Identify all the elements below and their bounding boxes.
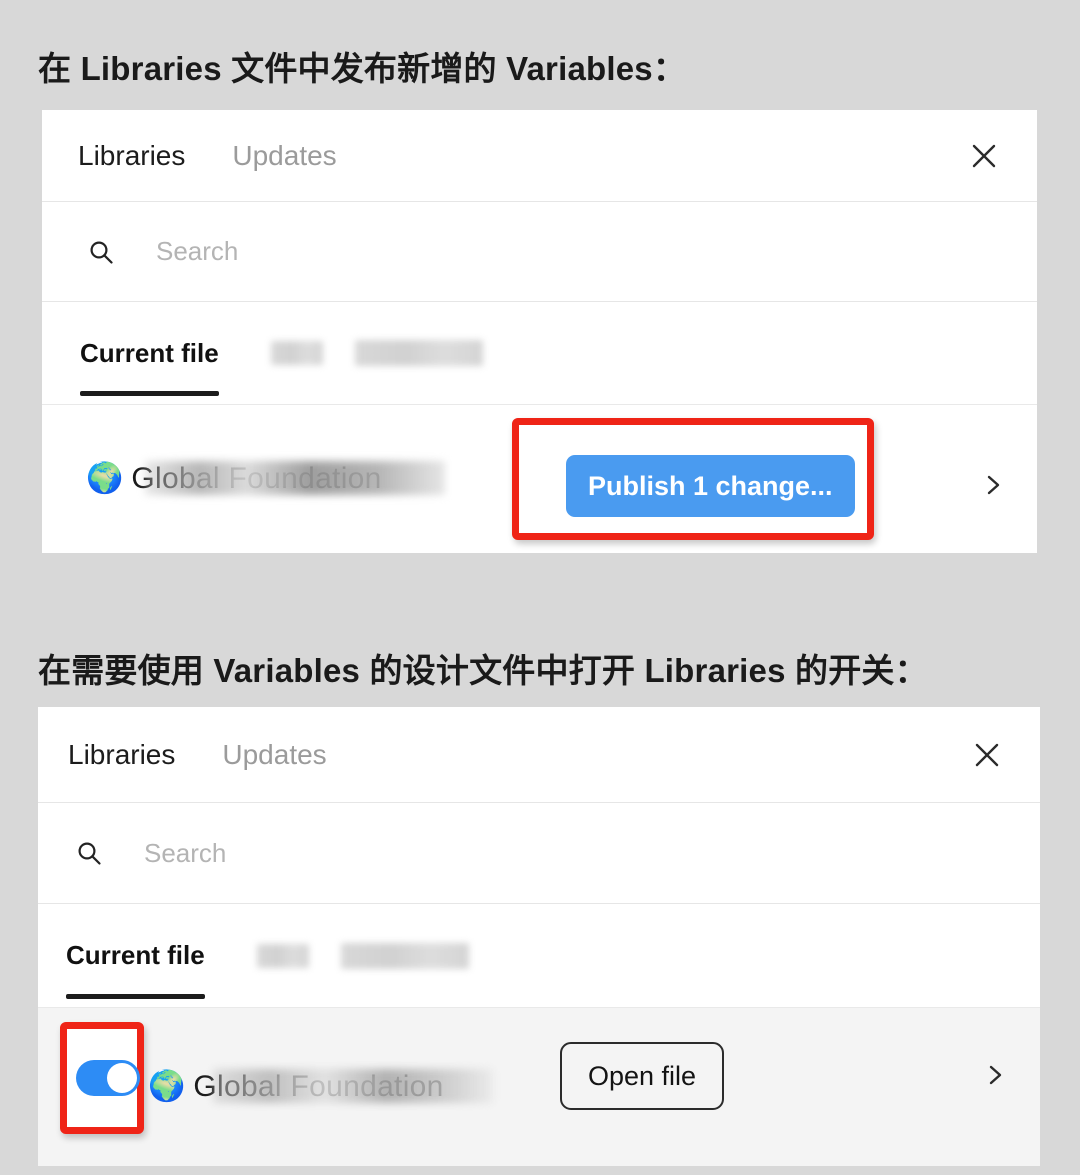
filter-tab-redacted-2[interactable] (354, 340, 483, 366)
close-button[interactable] (965, 137, 1003, 175)
libraries-panel-toggle: Libraries Updates Search Current file 🌍 (38, 707, 1040, 1166)
toggle-knob (107, 1063, 137, 1093)
panel-header: Libraries Updates (42, 110, 1037, 202)
filter-tab-current-file[interactable]: Current file (66, 904, 205, 1007)
library-row-chevron[interactable] (978, 470, 1008, 500)
libraries-panel-publish: Libraries Updates Search Current file 🌍 (42, 110, 1037, 553)
library-name-blur-mask (213, 1069, 494, 1103)
search-icon (88, 239, 114, 265)
filter-tab-redacted-1[interactable] (270, 341, 323, 365)
close-icon (972, 740, 1002, 770)
publish-changes-button[interactable]: Publish 1 change... (566, 455, 855, 517)
library-name-blur-mask (145, 461, 446, 495)
section-heading-toggle: 在需要使用 Variables 的设计文件中打开 Libraries 的开关： (38, 652, 928, 689)
library-row-chevron[interactable] (980, 1060, 1010, 1090)
section-heading-publish: 在 Libraries 文件中发布新增的 Variables： (38, 50, 687, 87)
tab-libraries[interactable]: Libraries (78, 140, 185, 172)
globe-icon: 🌍 (148, 1070, 186, 1103)
search-row[interactable]: Search (42, 202, 1037, 302)
search-icon (76, 840, 102, 866)
tab-libraries[interactable]: Libraries (68, 739, 175, 771)
filter-tab-label: Current file (66, 940, 205, 970)
page-root: 在 Libraries 文件中发布新增的 Variables： Librarie… (0, 0, 1080, 1175)
library-row[interactable]: 🌍 Global Foundation (38, 1008, 1040, 1166)
tab-updates[interactable]: Updates (222, 739, 326, 771)
filter-tabs-row: Current file (38, 904, 1040, 1008)
globe-icon: 🌍 (86, 462, 124, 495)
chevron-right-icon (987, 475, 1000, 495)
chevron-right-icon (989, 1065, 1002, 1085)
library-enable-toggle-highlighted[interactable] (76, 1060, 140, 1096)
active-tab-underline (66, 994, 205, 999)
filter-tab-label: Current file (80, 337, 219, 368)
library-name-wrap: Global Foundation (131, 459, 446, 499)
panel-header: Libraries Updates (38, 707, 1040, 803)
filter-tab-current-file[interactable]: Current file (80, 302, 219, 404)
library-row[interactable]: 🌍 Global Foundation (42, 405, 1037, 553)
search-row[interactable]: Search (38, 803, 1040, 904)
filter-tab-redacted-2[interactable] (340, 942, 469, 969)
search-input-placeholder[interactable]: Search (156, 236, 238, 267)
active-tab-underline (80, 391, 219, 396)
search-input-placeholder[interactable]: Search (144, 838, 226, 869)
close-icon (969, 141, 999, 171)
filter-tabs-row: Current file (42, 302, 1037, 405)
open-file-button[interactable]: Open file (560, 1042, 725, 1110)
tab-updates[interactable]: Updates (232, 140, 336, 172)
library-name-wrap: Global Foundation (193, 1067, 494, 1107)
close-button[interactable] (968, 736, 1006, 774)
filter-tab-redacted-1[interactable] (256, 943, 309, 968)
